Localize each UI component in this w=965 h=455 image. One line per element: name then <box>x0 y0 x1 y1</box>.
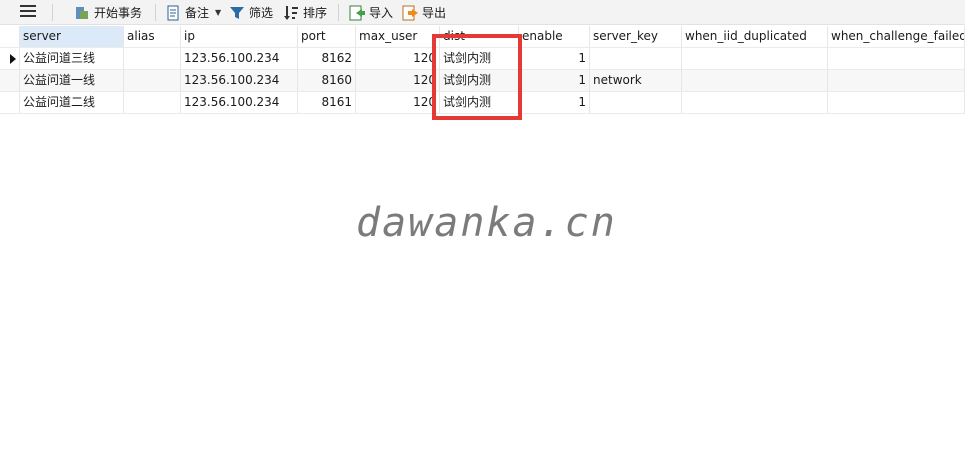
cell-max-user[interactable]: 120 <box>356 48 440 69</box>
cell-port[interactable]: 8161 <box>298 92 356 113</box>
memo-button[interactable]: 备注 ▼ <box>165 3 221 22</box>
cell-alias[interactable] <box>124 48 181 69</box>
cell-when-challenge-failed[interactable] <box>828 70 965 91</box>
cell-enable[interactable]: 1 <box>519 70 590 91</box>
cell-when-iid-duplicated[interactable] <box>682 48 828 69</box>
cell-server[interactable]: 公益问道一线 <box>20 70 124 91</box>
menu-icon[interactable] <box>20 5 36 19</box>
column-header-when-challenge-failed[interactable]: when_challenge_failed <box>828 26 965 47</box>
table-header-row: server alias ip port max_user dist enabl… <box>0 26 965 48</box>
cell-server[interactable]: 公益问道三线 <box>20 48 124 69</box>
memo-icon <box>165 5 181 21</box>
cell-when-challenge-failed[interactable] <box>828 48 965 69</box>
row-indicator[interactable] <box>0 92 20 113</box>
begin-transaction-icon <box>74 5 90 21</box>
cell-alias[interactable] <box>124 70 181 91</box>
toolbar: 开始事务 备注 ▼ 筛选 排序 导入 导出 <box>0 0 965 25</box>
column-header-when-iid-duplicated[interactable]: when_iid_duplicated <box>682 26 828 47</box>
column-header-alias[interactable]: alias <box>124 26 181 47</box>
cell-enable[interactable]: 1 <box>519 92 590 113</box>
column-header-port[interactable]: port <box>298 26 356 47</box>
column-header-enable[interactable]: enable <box>519 26 590 47</box>
sort-label: 排序 <box>303 6 328 20</box>
filter-button[interactable]: 筛选 <box>229 3 273 22</box>
import-icon <box>349 5 365 21</box>
table-row[interactable]: 公益问道一线 123.56.100.234 8160 120 试剑内测 1 ne… <box>0 70 965 92</box>
cell-ip[interactable]: 123.56.100.234 <box>181 92 298 113</box>
chevron-down-icon[interactable]: ▼ <box>215 8 221 17</box>
cell-max-user[interactable]: 120 <box>356 92 440 113</box>
cell-port[interactable]: 8160 <box>298 70 356 91</box>
cell-enable[interactable]: 1 <box>519 48 590 69</box>
begin-transaction-label: 开始事务 <box>94 6 143 20</box>
cell-max-user[interactable]: 120 <box>356 70 440 91</box>
toolbar-separator <box>52 4 53 21</box>
table-row[interactable]: 公益问道三线 123.56.100.234 8162 120 试剑内测 1 <box>0 48 965 70</box>
column-header-server-key[interactable]: server_key <box>590 26 682 47</box>
column-header-ip[interactable]: ip <box>181 26 298 47</box>
cell-when-iid-duplicated[interactable] <box>682 92 828 113</box>
cell-port[interactable]: 8162 <box>298 48 356 69</box>
import-button[interactable]: 导入 <box>349 3 393 22</box>
filter-label: 筛选 <box>249 6 274 20</box>
export-button[interactable]: 导出 <box>402 3 446 22</box>
begin-transaction-button[interactable]: 开始事务 <box>74 3 142 22</box>
cell-when-iid-duplicated[interactable] <box>682 70 828 91</box>
column-header-dist[interactable]: dist <box>440 26 519 47</box>
cell-ip[interactable]: 123.56.100.234 <box>181 48 298 69</box>
export-icon <box>402 5 418 21</box>
cell-dist[interactable]: 试剑内测 <box>440 70 519 91</box>
cell-server[interactable]: 公益问道二线 <box>20 92 124 113</box>
column-header-server[interactable]: server <box>20 26 124 47</box>
toolbar-separator <box>338 4 339 21</box>
sort-button[interactable]: 排序 <box>283 3 327 22</box>
table-row[interactable]: 公益问道二线 123.56.100.234 8161 120 试剑内测 1 <box>0 92 965 114</box>
cell-server-key[interactable]: network <box>590 70 682 91</box>
watermark: dawanka.cn <box>356 200 617 246</box>
import-label: 导入 <box>369 6 394 20</box>
cell-server-key[interactable] <box>590 48 682 69</box>
filter-icon <box>229 5 245 21</box>
sort-icon <box>283 5 299 21</box>
current-row-arrow-icon <box>10 54 16 64</box>
row-indicator[interactable] <box>0 70 20 91</box>
toolbar-separator <box>155 4 156 21</box>
column-header-max-user[interactable]: max_user <box>356 26 440 47</box>
cell-when-challenge-failed[interactable] <box>828 92 965 113</box>
cell-alias[interactable] <box>124 92 181 113</box>
cell-dist[interactable]: 试剑内测 <box>440 92 519 113</box>
cell-dist[interactable]: 试剑内测 <box>440 48 519 69</box>
row-indicator[interactable] <box>0 48 20 69</box>
memo-label: 备注 <box>185 6 210 20</box>
cell-server-key[interactable] <box>590 92 682 113</box>
header-row-indicator <box>0 26 20 47</box>
cell-ip[interactable]: 123.56.100.234 <box>181 70 298 91</box>
export-label: 导出 <box>422 6 447 20</box>
